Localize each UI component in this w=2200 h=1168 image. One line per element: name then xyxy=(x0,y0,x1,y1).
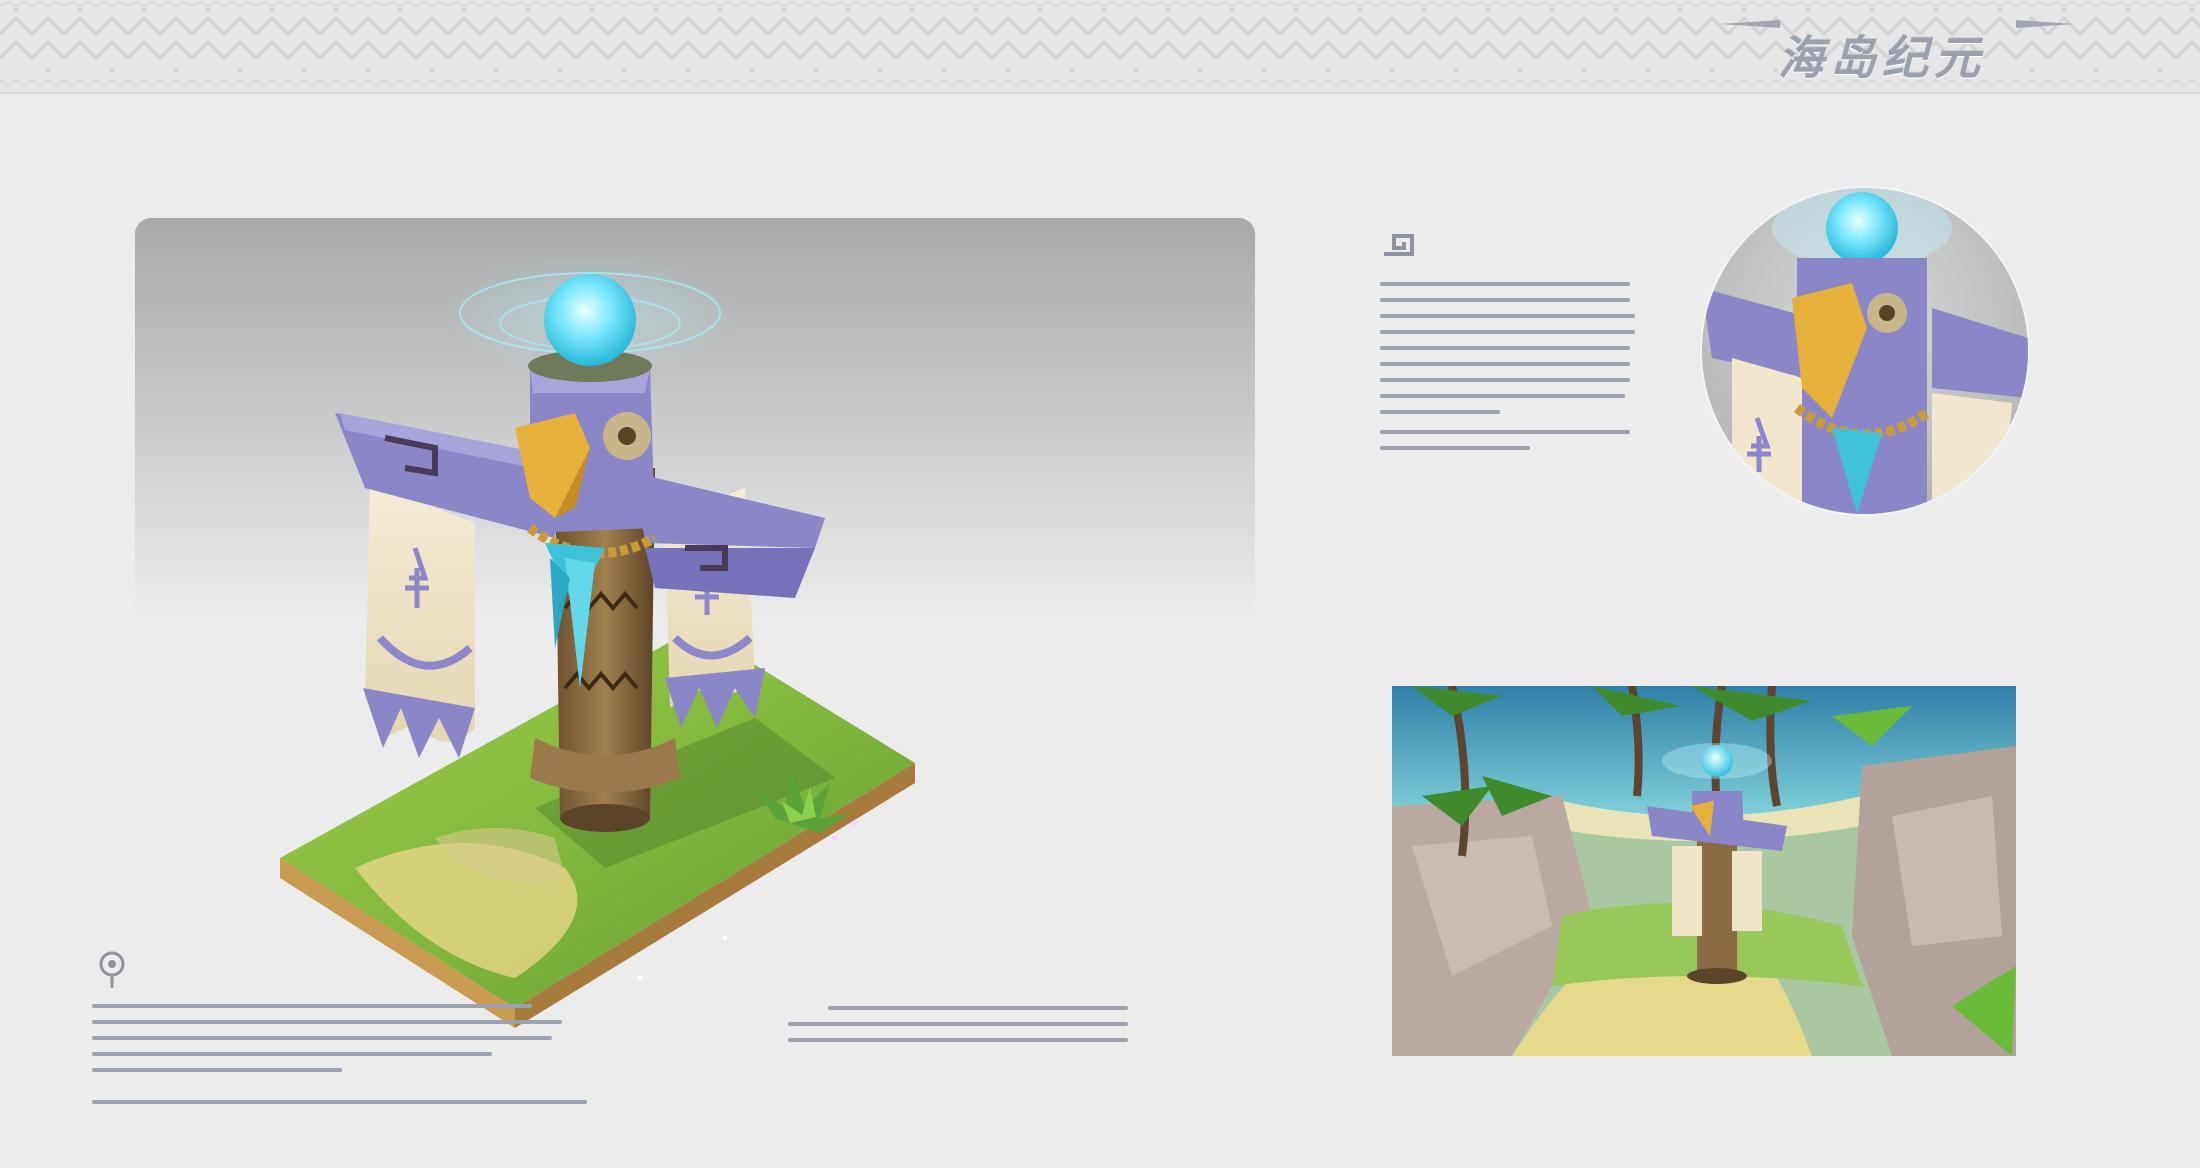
glowing-orb xyxy=(440,251,740,382)
logo-wing-right-icon xyxy=(2016,20,2076,28)
script-text-block-right xyxy=(1380,282,1635,450)
totem-closeup-illustration xyxy=(1702,188,2028,514)
header-band: 海岛纪元 xyxy=(0,0,2200,94)
totem-render-illustration xyxy=(280,251,915,1028)
key-glyph-icon xyxy=(99,951,125,988)
logo-wing-left-icon xyxy=(1720,20,1780,28)
logo-text: 海岛纪元 xyxy=(1778,31,1986,85)
totem-environment-scene xyxy=(1392,686,2016,1056)
game-logo: 海岛纪元 xyxy=(1720,18,2080,85)
script-text-block-left xyxy=(92,1004,587,1104)
spiral-glyph-icon xyxy=(1384,234,1414,256)
jungle-scene-illustration xyxy=(1392,686,2016,1056)
totem-closeup-circle xyxy=(1700,186,2030,516)
script-text-block-middle xyxy=(788,1006,1128,1042)
